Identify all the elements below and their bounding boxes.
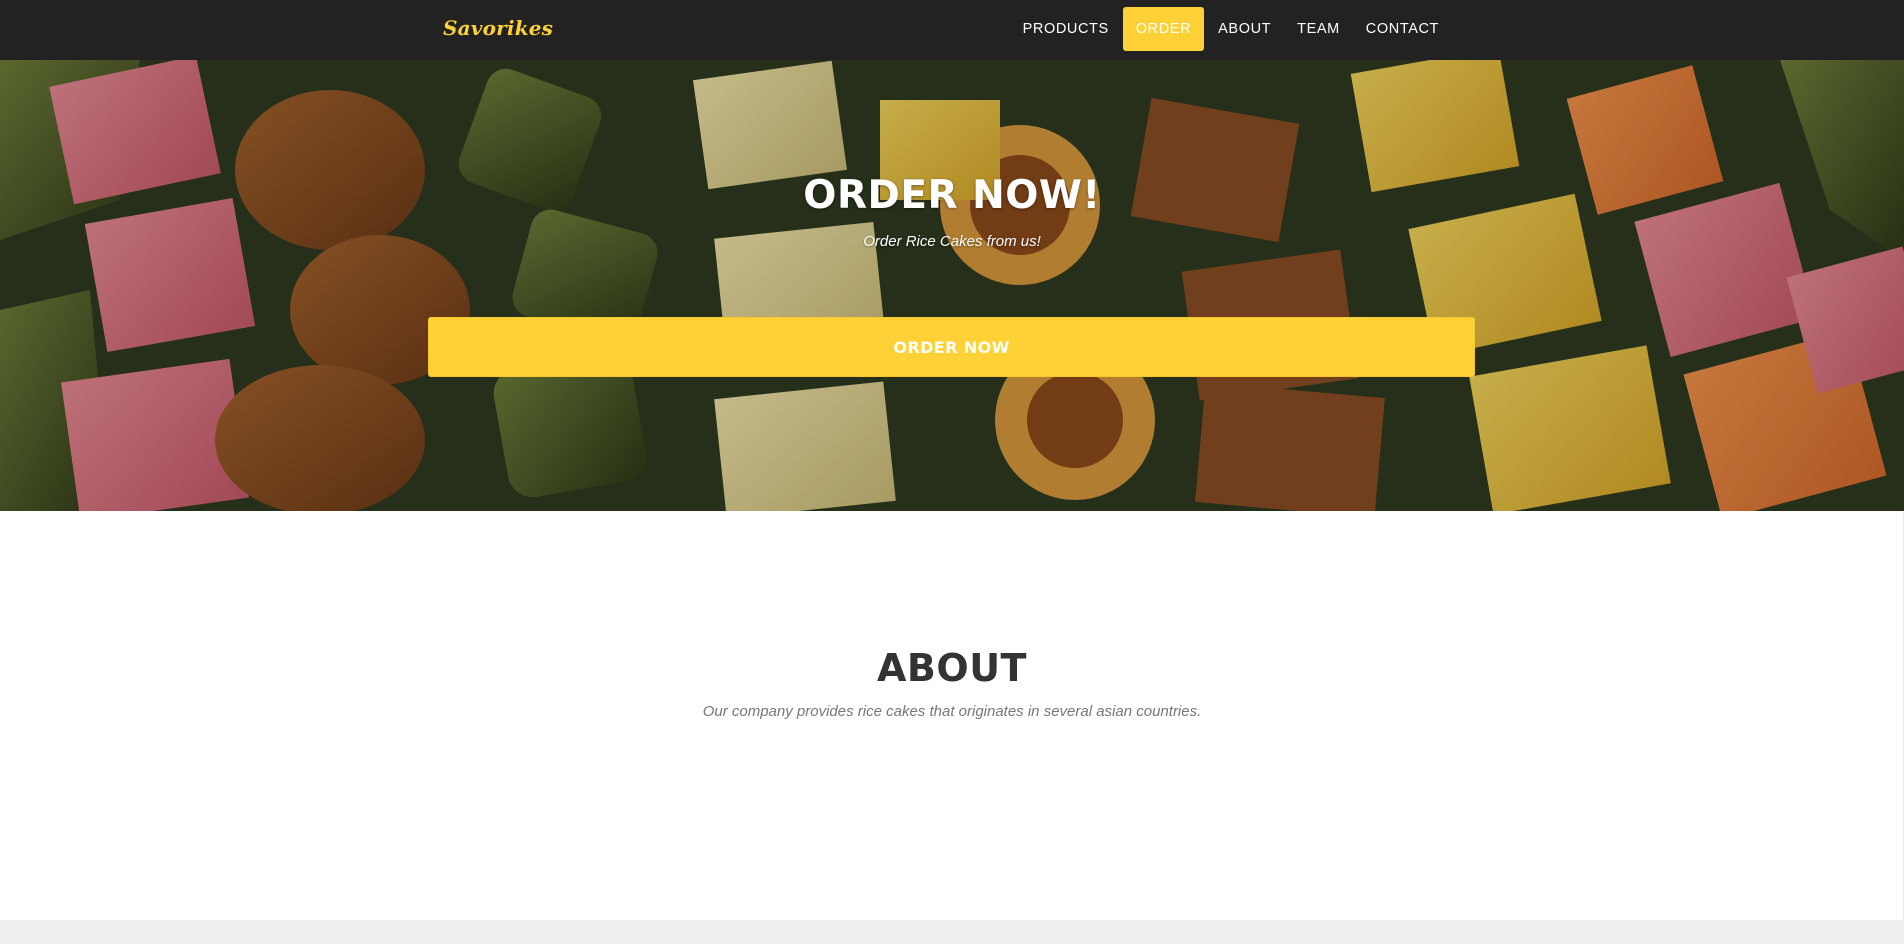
order-now-button[interactable]: ORDER NOW (428, 317, 1475, 377)
about-description: Our company provides rice cakes that ori… (702, 703, 1202, 720)
hero-section: ORDER NOW! Order Rice Cakes from us! ORD… (0, 60, 1904, 511)
nav-item-contact[interactable]: CONTACT (1353, 7, 1452, 51)
nav-item-order[interactable]: ORDER (1122, 7, 1205, 51)
about-title: ABOUT (877, 646, 1027, 690)
hero-title: ORDER NOW! (803, 173, 1101, 218)
top-navbar: Savorikes PRODUCTS ORDER ABOUT TEAM CONT… (0, 0, 1904, 60)
nav-menu: PRODUCTS ORDER ABOUT TEAM CONTACT (1010, 7, 1452, 51)
hero-overlay (0, 60, 1904, 511)
next-section-strip (0, 920, 1904, 944)
about-section: ABOUT Our company provides rice cakes th… (0, 511, 1904, 920)
hero-subtitle: Order Rice Cakes from us! (863, 233, 1041, 250)
nav-item-products[interactable]: PRODUCTS (1010, 7, 1122, 51)
nav-item-team[interactable]: TEAM (1284, 7, 1353, 51)
brand-logo[interactable]: Savorikes (443, 16, 553, 40)
nav-item-about[interactable]: ABOUT (1205, 7, 1284, 51)
